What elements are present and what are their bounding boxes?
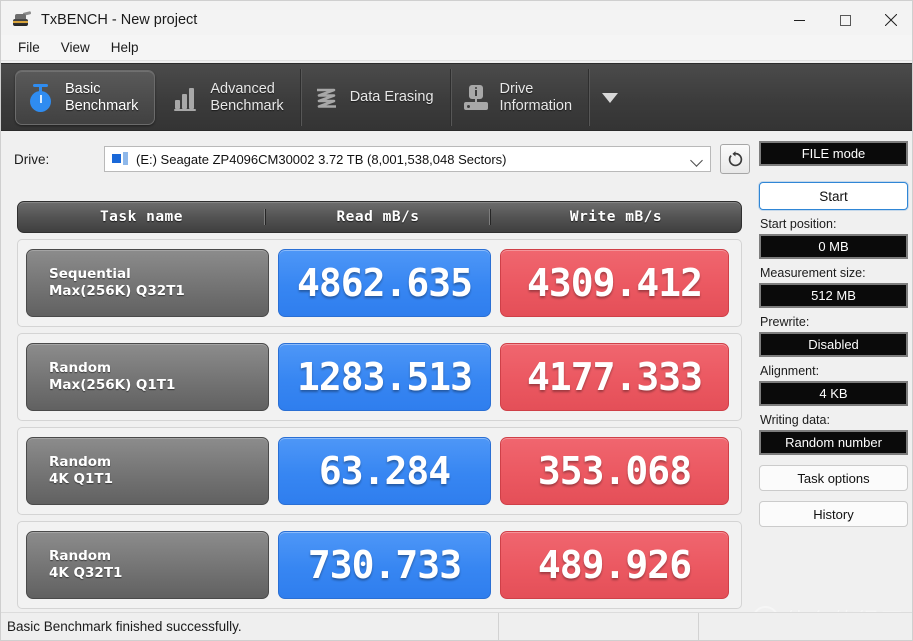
task-name-line1: Random [49, 454, 268, 471]
status-message: Basic Benchmark finished successfully. [7, 619, 242, 634]
read-value: 63.284 [278, 437, 491, 505]
read-value: 730.733 [278, 531, 491, 599]
table-row: Sequential Max(256K) Q32T1 4862.635 4309… [17, 239, 742, 327]
maximize-icon[interactable] [822, 1, 868, 39]
tab-strip: Basic Benchmark Advanced Benchmark Data … [1, 63, 913, 131]
task-name-line1: Sequential [49, 266, 268, 283]
start-position-value[interactable]: 0 MB [759, 234, 908, 259]
mode-button[interactable]: FILE mode [759, 141, 908, 166]
status-segment-message: Basic Benchmark finished successfully. [1, 613, 498, 641]
chevron-down-icon [690, 154, 703, 167]
read-value: 4862.635 [278, 249, 491, 317]
writing-data-label: Writing data: [760, 413, 913, 427]
menu-item-file[interactable]: File [9, 37, 49, 58]
write-value: 489.926 [500, 531, 729, 599]
refresh-button[interactable] [720, 144, 750, 174]
table-row: Random Max(256K) Q1T1 1283.513 4177.333 [17, 333, 742, 421]
drive-label: Drive: [14, 152, 49, 167]
menu-item-view[interactable]: View [52, 37, 99, 58]
tab-label-drive-information: Drive Information [500, 81, 573, 115]
control-panel: FILE mode Start Start position: 0 MB Mea… [759, 141, 913, 611]
status-bar: Basic Benchmark finished successfully. [1, 612, 913, 640]
alignment-label: Alignment: [760, 364, 913, 378]
measurement-size-value[interactable]: 512 MB [759, 283, 908, 308]
tab-label-basic-benchmark: Basic Benchmark [65, 81, 138, 115]
alignment-value[interactable]: 4 KB [759, 381, 908, 406]
tab-advanced-benchmark[interactable]: Advanced Benchmark [161, 69, 300, 126]
column-header-task-name: Task name [18, 209, 265, 225]
task-name-line2: 4K Q32T1 [49, 565, 268, 582]
app-icon [12, 11, 32, 29]
drive-info-icon [461, 82, 491, 114]
write-value: 4309.412 [500, 249, 729, 317]
task-name-cell: Random 4K Q1T1 [26, 437, 269, 505]
prewrite-label: Prewrite: [760, 315, 913, 329]
tab-label-advanced-benchmark: Advanced Benchmark [210, 81, 283, 115]
start-button[interactable]: Start [759, 182, 908, 210]
measurement-size-label: Measurement size: [760, 266, 913, 280]
writing-data-value[interactable]: Random number [759, 430, 908, 455]
write-value: 353.068 [500, 437, 729, 505]
task-name-line2: Max(256K) Q1T1 [49, 377, 268, 394]
task-name-cell: Sequential Max(256K) Q32T1 [26, 249, 269, 317]
task-name-line2: 4K Q1T1 [49, 471, 268, 488]
bar-chart-icon [171, 82, 201, 114]
drive-select[interactable]: (E:) Seagate ZP4096CM30002 3.72 TB (8,00… [104, 146, 711, 172]
task-name-cell: Random Max(256K) Q1T1 [26, 343, 269, 411]
tab-label-data-erasing: Data Erasing [350, 89, 434, 106]
table-row: Random 4K Q1T1 63.284 353.068 [17, 427, 742, 515]
tab-data-erasing[interactable]: Data Erasing [301, 69, 451, 126]
stopwatch-icon [26, 82, 56, 114]
task-name-cell: Random 4K Q32T1 [26, 531, 269, 599]
column-header-write: Write mB/s [490, 209, 741, 225]
results-header: Task name Read mB/s Write mB/s [17, 201, 742, 233]
menu-item-help[interactable]: Help [102, 37, 148, 58]
column-header-read: Read mB/s [265, 209, 490, 225]
shredder-icon [311, 82, 341, 114]
task-options-button[interactable]: Task options [759, 465, 908, 491]
task-name-line1: Random [49, 548, 268, 565]
prewrite-value[interactable]: Disabled [759, 332, 908, 357]
menu-bar: File View Help [1, 35, 913, 61]
window-controls [776, 1, 913, 39]
task-name-line2: Max(256K) Q32T1 [49, 283, 268, 300]
tab-overflow-button[interactable] [593, 69, 627, 126]
close-icon[interactable] [868, 1, 913, 39]
minimize-icon[interactable] [776, 1, 822, 39]
chevron-down-icon [602, 93, 618, 103]
drive-select-value: (E:) Seagate ZP4096CM30002 3.72 TB (8,00… [136, 152, 507, 167]
results-panel: Task name Read mB/s Write mB/s Sequentia… [11, 201, 751, 611]
start-position-label: Start position: [760, 217, 913, 231]
txbench-window: TxBENCH - New project File View Help Bas… [0, 0, 913, 641]
read-value: 1283.513 [278, 343, 491, 411]
task-name-line1: Random [49, 360, 268, 377]
status-segment-2 [498, 613, 698, 641]
tab-basic-benchmark[interactable]: Basic Benchmark [15, 70, 155, 125]
status-segment-3 [698, 613, 913, 641]
table-row: Random 4K Q32T1 730.733 489.926 [17, 521, 742, 609]
window-title: TxBENCH - New project [41, 12, 197, 28]
refresh-icon [727, 151, 744, 168]
tab-drive-information[interactable]: Drive Information [451, 69, 590, 126]
history-button[interactable]: History [759, 501, 908, 527]
title-bar: TxBENCH - New project [1, 1, 913, 39]
write-value: 4177.333 [500, 343, 729, 411]
disk-icon [111, 152, 129, 166]
